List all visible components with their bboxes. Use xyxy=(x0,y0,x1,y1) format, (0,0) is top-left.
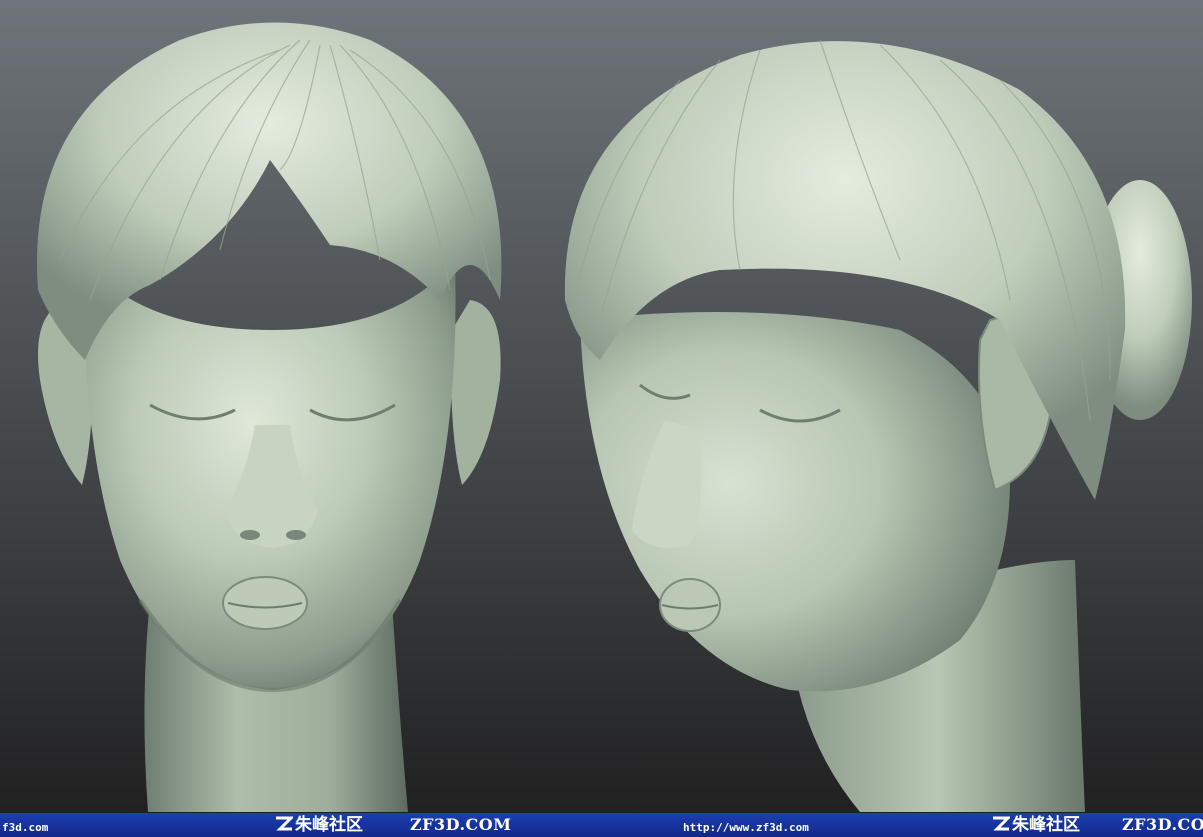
watermark-center-url: http://www.zf3d.com xyxy=(683,821,809,834)
watermark-domain-1: ZF3D.COM xyxy=(410,815,512,834)
render-viewport: f3d.com 朱峰社区 ZF3D.COM http://www.zf3d.co… xyxy=(0,0,1203,837)
watermark-brand-2-text: 朱峰社区 xyxy=(1012,815,1080,835)
watermark-brand-1-text: 朱峰社区 xyxy=(295,815,363,835)
watermark-brand-1: 朱峰社区 xyxy=(275,816,363,834)
zf-logo-icon xyxy=(276,816,293,831)
sculpt-render xyxy=(36,22,1192,812)
side-view-head xyxy=(564,39,1192,812)
front-view-head xyxy=(36,22,502,812)
zf-logo-icon xyxy=(993,816,1010,831)
watermark-domain-2: ZF3D.COM xyxy=(1122,815,1203,834)
front-right-ear xyxy=(451,300,501,485)
watermark-left-url: f3d.com xyxy=(2,821,49,834)
watermark-brand-2: 朱峰社区 xyxy=(992,816,1080,834)
side-lips xyxy=(659,578,721,632)
front-lips xyxy=(222,576,308,630)
watermark-bar: f3d.com 朱峰社区 ZF3D.COM http://www.zf3d.co… xyxy=(0,813,1203,837)
